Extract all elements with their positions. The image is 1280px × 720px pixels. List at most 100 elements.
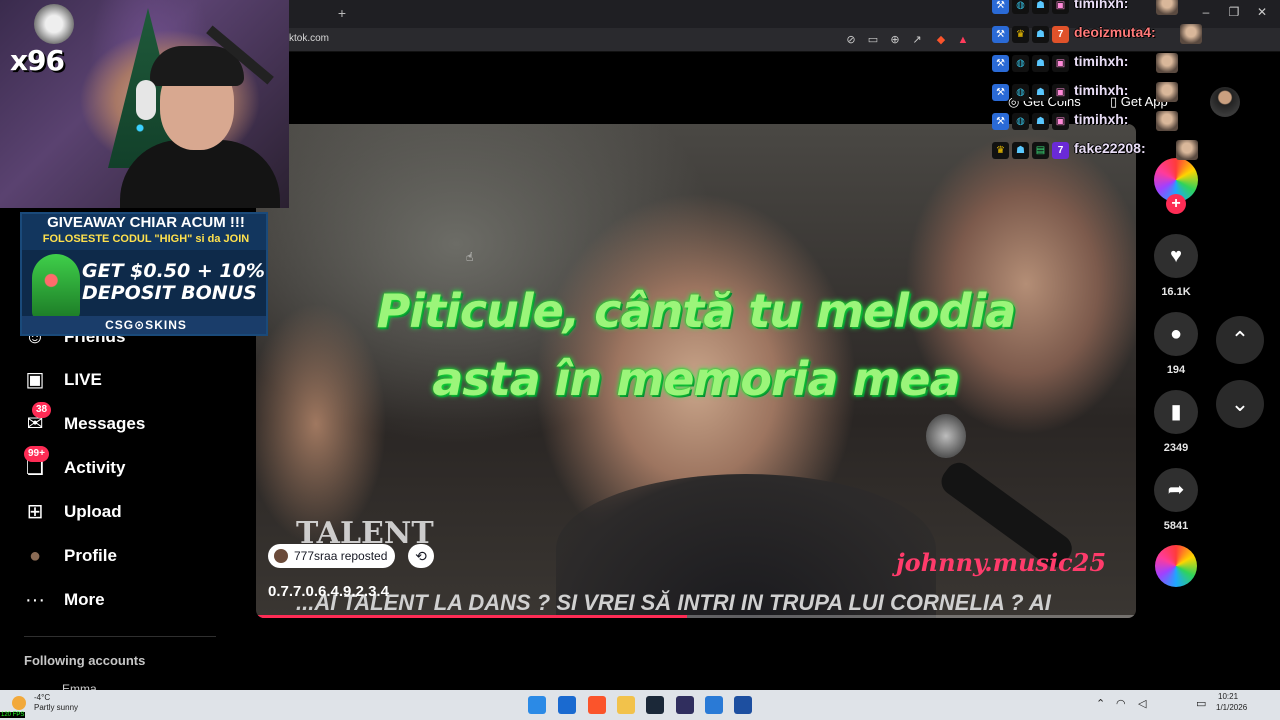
seven-badge-icon: 7 [1052, 26, 1069, 43]
wifi-icon[interactable]: ◠ [1116, 697, 1126, 710]
heart-icon: ♥ [1170, 245, 1182, 267]
seven-badge-icon: 7 [1052, 142, 1069, 159]
sidebar-item-upload[interactable]: ⊞ Upload [22, 497, 242, 527]
live-icon: ▣ [25, 369, 45, 391]
chat-emote [1156, 0, 1178, 15]
share-button[interactable]: ➦ [1154, 468, 1198, 512]
brave-browser-icon[interactable] [588, 696, 606, 714]
music-disc-icon[interactable] [1155, 545, 1197, 587]
tool-badge-icon: ⚒ [992, 113, 1009, 130]
new-tab-button[interactable]: + [334, 4, 350, 22]
chat-message: ⚒ ◍ ☗ ▣ timihxh: [990, 53, 1210, 75]
windows-taskbar: -4°C Partly sunny ⌃ ◠ ◁ ▭ 10:21 1/1/2026 [0, 690, 1280, 720]
video-microphone-head [926, 414, 966, 458]
zoom-icon[interactable]: ⊕ [888, 33, 902, 47]
chat-emote [1156, 82, 1178, 102]
sidebar-item-messages[interactable]: ✉ 38 Messages [22, 402, 242, 439]
chat-message: ⚒ ♛ ☗ 7 deoizmuta4: [990, 24, 1210, 46]
tool-badge-icon: ⚒ [992, 0, 1009, 14]
ghost-badge-icon: ☗ [1012, 142, 1029, 159]
rewards-icon[interactable]: ▲ [956, 33, 970, 47]
video-ticker: ...AI TALENT LA DANS ? SI VREI SĂ INTRI … [296, 590, 1051, 615]
ghost-badge-icon: ☗ [1032, 26, 1049, 43]
streamer-headset [136, 80, 156, 120]
comment-button[interactable]: ● [1154, 312, 1198, 356]
video-player[interactable]: Piticule, cântă tu melodia asta în memor… [256, 124, 1136, 618]
close-window-button[interactable]: ✕ [1252, 5, 1272, 19]
sidebar-item-label: Profile [64, 546, 117, 565]
sidebar-item-label: LIVE [64, 370, 102, 389]
webcam-counter: x96 [10, 44, 65, 77]
task-view-icon[interactable] [558, 696, 576, 714]
more-icon: ··· [25, 589, 45, 611]
profile-icon: ● [28, 545, 42, 567]
chat-message: ⚒ ◍ ☗ ▣ timihxh: [990, 82, 1210, 104]
weather-temperature[interactable]: -4°C [34, 693, 50, 702]
tool-badge-icon: ⚒ [992, 26, 1009, 43]
sidebar-item-profile[interactable]: ● Profile [22, 541, 242, 571]
sidebar-item-label: Messages [64, 414, 146, 433]
promo-character [32, 254, 80, 320]
ghost-badge-icon: ☗ [1032, 84, 1049, 101]
chat-emote [1156, 53, 1178, 73]
leaf-badge-icon: ▤ [1032, 142, 1049, 159]
steam-icon[interactable] [646, 696, 664, 714]
screen: + – ❐ ✕ ktok.com ⊘ ▭ ⊕ ↗ ◆ ▲ Piticule, c… [0, 0, 1280, 720]
webcam-avatar [34, 4, 74, 44]
weather-icon[interactable] [12, 696, 26, 710]
controller-badge-icon: ◍ [1012, 0, 1029, 14]
user-avatar[interactable] [1210, 87, 1240, 117]
next-video-button[interactable]: ⌄ [1216, 380, 1264, 428]
controller-badge-icon: ◍ [1012, 55, 1029, 72]
video-progress-fill [256, 615, 688, 618]
activity-badge: 99+ [24, 446, 49, 462]
start-icon[interactable] [528, 696, 546, 714]
cast-icon[interactable]: ▭ [866, 33, 880, 47]
url-text[interactable]: ktok.com [289, 33, 329, 44]
promo-brand: CSG⊙SKINS [22, 316, 266, 334]
promo-offer: GET $0.50 + 10% DEPOSIT BONUS [82, 260, 265, 304]
crown-badge-icon: ♛ [992, 142, 1009, 159]
previous-video-button[interactable]: ⌃ [1216, 316, 1264, 364]
video-progress-bar[interactable] [256, 615, 1136, 618]
follow-plus-icon[interactable]: + [1166, 194, 1186, 214]
controller-badge-icon: ◍ [1012, 113, 1029, 130]
clock-time[interactable]: 10:21 [1218, 692, 1238, 701]
battery-icon[interactable]: ▭ [1196, 697, 1206, 710]
tray-chevron-icon[interactable]: ⌃ [1096, 697, 1105, 710]
share-arrow-icon: ➦ [1167, 479, 1185, 501]
mute-icon[interactable]: ⊘ [844, 33, 858, 47]
share-count: 5841 [1163, 520, 1189, 532]
app-icon[interactable] [734, 696, 752, 714]
share-icon[interactable]: ↗ [910, 33, 924, 47]
sidebar-item-more[interactable]: ··· More [22, 585, 242, 615]
tool-badge-icon: ⚒ [992, 84, 1009, 101]
weather-description[interactable]: Partly sunny [34, 703, 78, 712]
volume-icon[interactable]: ◁ [1138, 697, 1146, 710]
clock-date[interactable]: 1/1/2026 [1216, 703, 1247, 712]
comment-icon: ● [1169, 323, 1183, 345]
video-caption-line-1: Piticule, cântă tu melodia [376, 284, 1017, 338]
save-button[interactable]: ▮ [1154, 390, 1198, 434]
repost-icon[interactable]: ⟲ [408, 544, 434, 568]
mouse-cursor-icon: ☝ [466, 250, 474, 264]
brave-shield-icon[interactable]: ◆ [934, 33, 948, 47]
chat-username: timihxh: [1074, 82, 1129, 98]
sidebar-item-live[interactable]: ▣ LIVE [22, 365, 242, 395]
maximize-button[interactable]: ❐ [1224, 5, 1244, 19]
comment-count: 194 [1166, 364, 1186, 376]
video-title: 0.7.7.0.6.4.9.2.3.4 [268, 583, 389, 600]
sidebar-item-activity[interactable]: ❏ 99+ Activity [22, 446, 242, 483]
repost-badge[interactable]: 777sraa reposted [268, 544, 396, 568]
obs-icon[interactable] [676, 696, 694, 714]
video-caption-line-2: asta în memoria mea [432, 352, 960, 406]
like-button[interactable]: ♥ [1154, 234, 1198, 278]
gift-badge-icon: ▣ [1052, 84, 1069, 101]
sidebar-item-label: Upload [64, 502, 122, 521]
giveaway-banner: GIVEAWAY CHIAR ACUM !!! FOLOSESTE CODUL … [20, 212, 268, 336]
like-count: 16.1K [1161, 286, 1191, 298]
file-explorer-icon[interactable] [617, 696, 635, 714]
following-accounts-heading: Following accounts [24, 653, 146, 668]
notepad-icon[interactable] [705, 696, 723, 714]
sidebar-divider [24, 636, 216, 637]
